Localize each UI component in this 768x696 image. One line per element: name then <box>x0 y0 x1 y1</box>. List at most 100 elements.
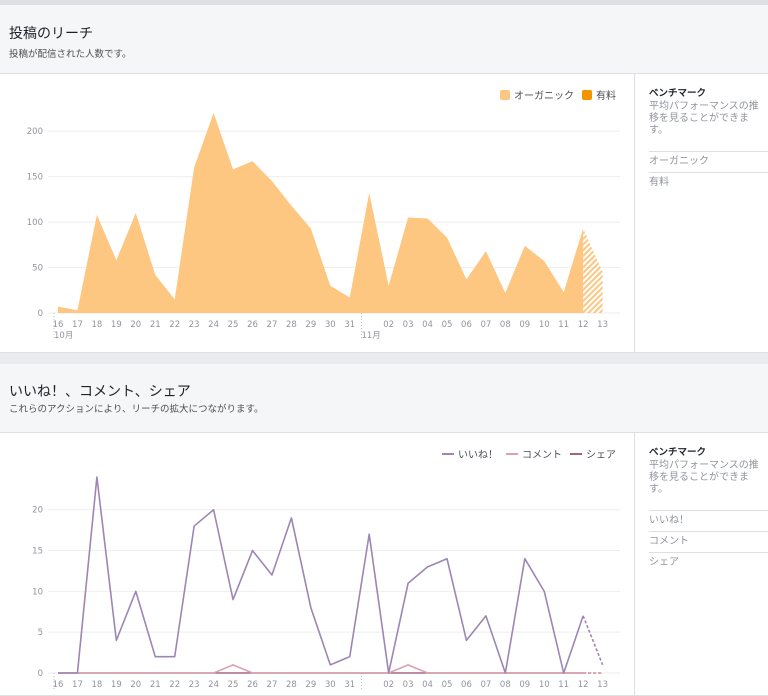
x-tick-label: 17 <box>72 320 83 330</box>
reach-title: 投稿のリーチ <box>9 26 93 42</box>
legend-paid[interactable]: 有料 <box>582 87 616 102</box>
shares-swatch <box>570 452 582 455</box>
x-tick-label: 09 <box>519 320 530 330</box>
x-tick-label: 18 <box>91 320 102 330</box>
x-tick-label: 11 <box>558 320 569 330</box>
x-tick-label: 29 <box>305 320 316 330</box>
engagement-legend: いいね！ コメント シェア <box>434 446 616 461</box>
x-tick-label: 28 <box>286 320 297 330</box>
y-tick-label: 100 <box>27 218 43 228</box>
organic-area-partial <box>583 228 603 313</box>
x-tick-label: 24 <box>208 680 219 690</box>
comments-swatch <box>506 452 518 455</box>
x-tick-label: 10 <box>539 680 550 690</box>
x-tick-label: 21 <box>150 320 161 330</box>
x-tick-label: 22 <box>169 680 180 690</box>
reach-header: 投稿のリーチ 投稿が配信された人数です。 <box>0 5 768 73</box>
organic-area <box>58 113 584 313</box>
engagement-benchmark-desc: 平均パフォーマンスの推移を見ることができます。 <box>649 460 759 495</box>
x-tick-label: 20 <box>130 680 141 690</box>
x-tick-label: 07 <box>480 320 491 330</box>
organic-swatch <box>500 89 510 100</box>
x-tick-label: 08 <box>500 320 511 330</box>
x-tick-label: 21 <box>150 680 161 690</box>
engagement-chart: 0510152016 17 18 19 20 21 22 23 24 25 26 27 28 29 30 31… <box>32 476 620 690</box>
x-tick-label: 27 <box>267 320 278 330</box>
x-tick-label: 03 <box>403 680 414 690</box>
x-tick-label: 23 <box>189 680 200 690</box>
x-tick-label: 31 <box>344 320 355 330</box>
legend-organic-label: オーガニック <box>514 91 574 102</box>
reach-benchmark: ベンチマーク 平均パフォーマンスの推移を見ることができます。 オーガニック 有料 <box>649 88 768 193</box>
reach-benchmark-paid[interactable]: 有料 <box>649 172 768 193</box>
engagement-benchmark-likes[interactable]: いいね！ <box>649 510 768 531</box>
x-tick-label: 10 <box>539 320 550 330</box>
x-tick-label: 03 <box>403 320 414 330</box>
x-tick-label: 23 <box>189 320 200 330</box>
engagement-benchmark-title: ベンチマーク <box>649 447 707 458</box>
paid-swatch <box>582 89 592 100</box>
x-tick-label: 30 <box>325 320 336 330</box>
legend-likes-label: いいね！ <box>458 450 498 461</box>
x-tick-label: 24 <box>208 320 219 330</box>
x-tick-label: 04 <box>422 680 433 690</box>
y-tick-label: 50 <box>32 264 43 274</box>
x-tick-label: 11 <box>558 680 569 690</box>
x-tick-label: 22 <box>169 320 180 330</box>
x-tick-label: 25 <box>228 320 239 330</box>
legend-comments[interactable]: コメント <box>506 446 562 461</box>
likes-swatch <box>442 452 454 455</box>
legend-shares[interactable]: シェア <box>570 446 616 461</box>
x-tick-label: 13 <box>597 320 608 330</box>
x-tick-label: 05 <box>442 320 453 330</box>
x-tick-label: 27 <box>267 680 278 690</box>
reach-legend: オーガニック 有料 <box>492 87 616 102</box>
x-tick-label: 02 <box>383 320 394 330</box>
x-tick-label: 12 <box>578 320 589 330</box>
y-tick-label: 15 <box>32 547 43 557</box>
x-tick-label: 16 <box>53 320 64 330</box>
legend-paid-label: 有料 <box>596 91 616 102</box>
y-tick-label: 200 <box>27 127 43 137</box>
x-tick-label: 06 <box>461 320 472 330</box>
x-tick-label: 31 <box>344 680 355 690</box>
x-tick-label: 02 <box>383 680 394 690</box>
engagement-benchmark-shares[interactable]: シェア <box>649 552 768 573</box>
legend-comments-label: コメント <box>522 450 562 461</box>
x-tick-label: 06 <box>461 680 472 690</box>
x-tick-label: 08 <box>500 680 511 690</box>
engagement-benchmark-comments[interactable]: コメント <box>649 531 768 552</box>
legend-organic[interactable]: オーガニック <box>500 87 574 102</box>
engagement-header: いいね！、コメント、シェア これらのアクションにより、リーチの拡大につながります… <box>0 364 768 432</box>
engagement-divider <box>634 433 635 695</box>
engagement-panel: 0 5 10 15 20 16 17 18 19 20 21 22 23 24 25 26 27 28 29 30 31… <box>0 432 768 696</box>
x-tick-label: 26 <box>247 680 258 690</box>
month-label: 10月 <box>54 331 73 341</box>
reach-benchmark-title: ベンチマーク <box>649 88 707 99</box>
reach-benchmark-desc: 平均パフォーマンスの推移を見ることができます。 <box>649 101 759 136</box>
x-tick-label: 17 <box>72 680 83 690</box>
x-tick-label: 05 <box>442 680 453 690</box>
x-tick-label: 25 <box>228 680 239 690</box>
reach-chart: 05010015020016 17 18 19 20 21 22 23 24 25 26 27 28 29… <box>27 113 620 341</box>
x-tick-label: 13 <box>597 680 608 690</box>
x-tick-label: 19 <box>111 680 122 690</box>
x-tick-label: 28 <box>286 680 297 690</box>
y-tick-label: 0 <box>38 309 43 319</box>
x-tick-label: 12 <box>578 680 589 690</box>
engagement-title: いいね！、コメント、シェア <box>9 384 191 400</box>
legend-shares-label: シェア <box>586 450 616 461</box>
reach-benchmark-organic[interactable]: オーガニック <box>649 151 768 172</box>
x-tick-label: 18 <box>91 680 102 690</box>
x-tick-label: 16 <box>53 680 64 690</box>
y-tick-label: 150 <box>27 173 43 183</box>
engagement-subtitle: これらのアクションにより、リーチの拡大につながります。 <box>9 404 264 415</box>
likes-line <box>58 476 584 674</box>
likes-line-partial <box>582 615 604 666</box>
x-tick-label: 04 <box>422 320 433 330</box>
month-label: 11月 <box>361 331 380 341</box>
x-tick-label: 30 <box>325 680 336 690</box>
reach-divider <box>634 74 635 352</box>
x-tick-label: 26 <box>247 320 258 330</box>
legend-likes[interactable]: いいね！ <box>442 446 498 461</box>
